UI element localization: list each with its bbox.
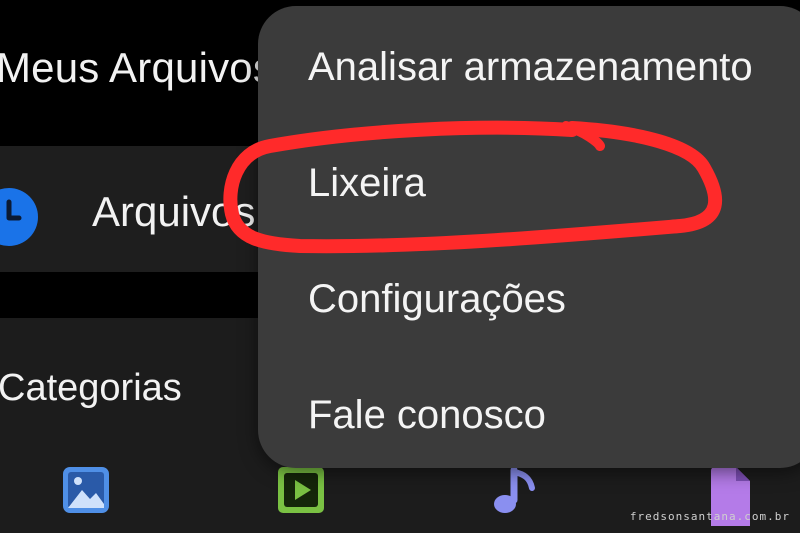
menu-item-analyze-storage[interactable]: Analisar armazenamento	[308, 42, 753, 92]
video-icon[interactable]	[277, 466, 325, 514]
image-icon[interactable]	[62, 466, 110, 514]
categories-title: Categorias	[0, 367, 182, 409]
music-icon[interactable]	[492, 466, 536, 514]
menu-item-settings[interactable]: Configurações	[308, 274, 566, 324]
menu-item-contact-us[interactable]: Fale conosco	[308, 390, 546, 440]
menu-item-trash[interactable]: Lixeira	[308, 158, 426, 208]
watermark-text: fredsonsantana.com.br	[629, 510, 790, 523]
screen: Meus Arquivos Arquivos recentes Categori…	[0, 0, 800, 533]
clock-icon	[0, 188, 38, 246]
page-title: Meus Arquivos	[0, 44, 275, 91]
